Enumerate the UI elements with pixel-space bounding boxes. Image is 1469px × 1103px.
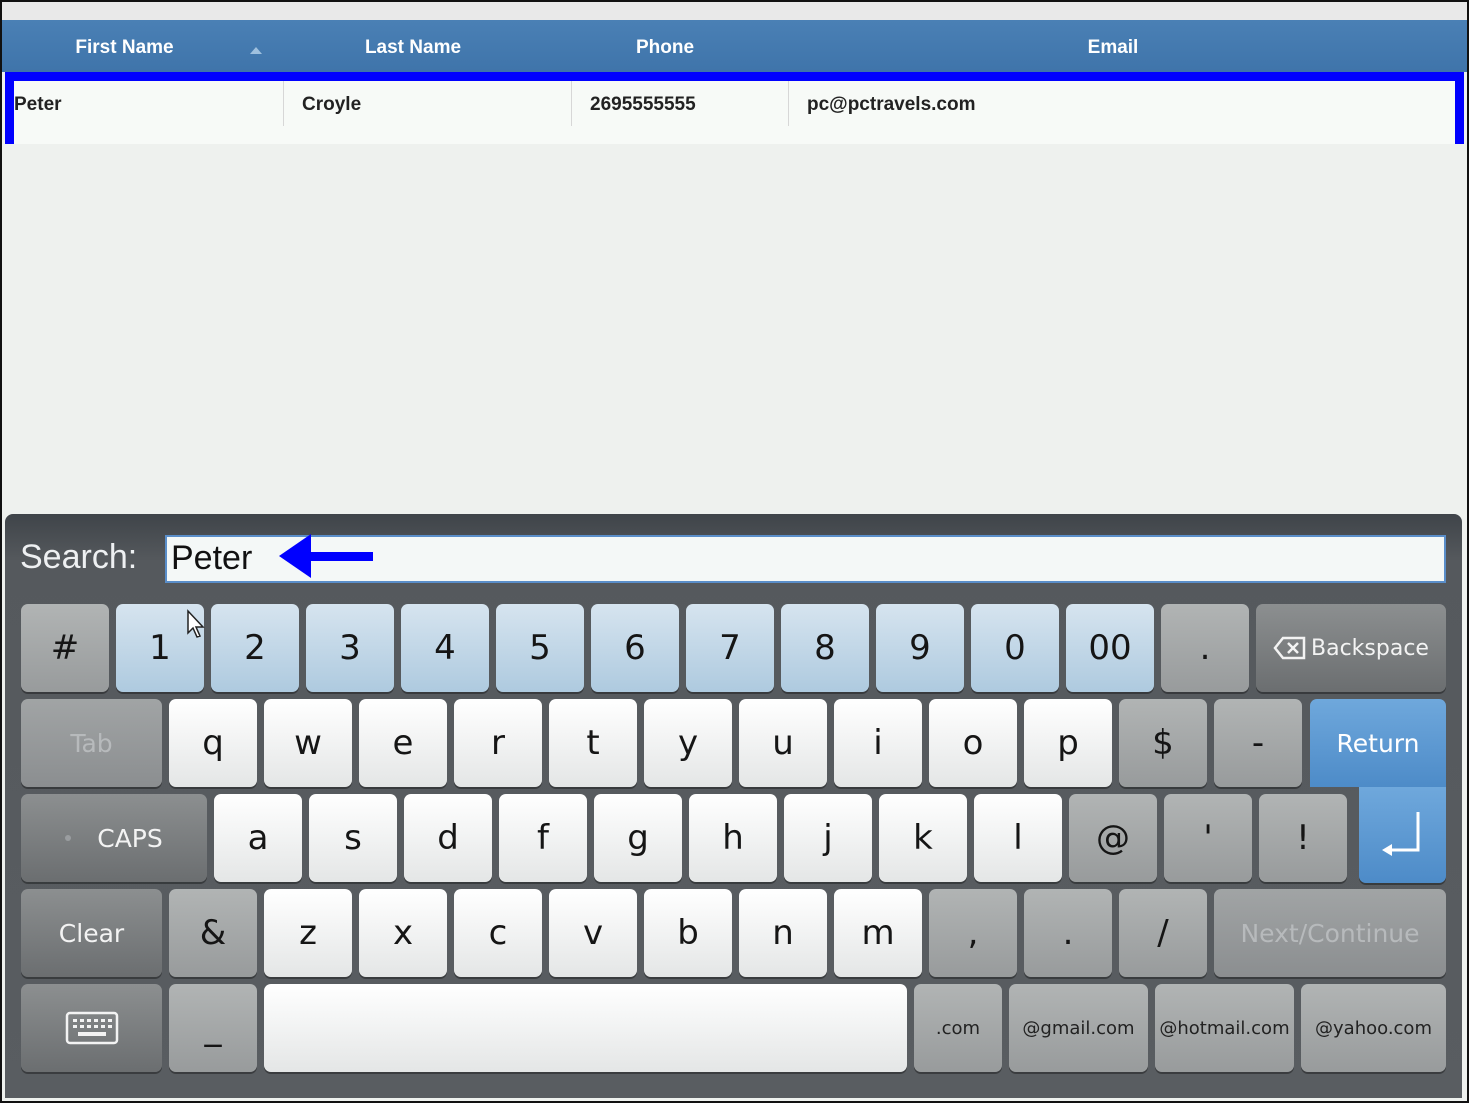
key-d[interactable]: d	[404, 794, 492, 882]
key-9[interactable]: 9	[876, 604, 964, 692]
key-gmail[interactable]: @gmail.com	[1009, 984, 1148, 1072]
key-dollar[interactable]: $	[1119, 699, 1207, 787]
results-empty-area	[2, 144, 1467, 512]
caps-key[interactable]: CAPS	[21, 794, 207, 882]
key-y[interactable]: y	[644, 699, 732, 787]
key-p[interactable]: p	[1024, 699, 1112, 787]
key-w[interactable]: w	[264, 699, 352, 787]
key-apostrophe[interactable]: '	[1164, 794, 1252, 882]
key-z[interactable]: z	[264, 889, 352, 977]
sort-ascending-icon	[250, 47, 262, 54]
table-header: First Name Last Name Phone Email	[2, 20, 1467, 72]
highlight-box: Peter Croyle 2695555555 pc@pctravels.com	[2, 69, 1467, 153]
on-screen-keyboard: Search: Peter # 1 2 3 4 5 6 7 8 9 0 00 .…	[5, 514, 1462, 1098]
key-exclamation[interactable]: !	[1259, 794, 1347, 882]
key-j[interactable]: j	[784, 794, 872, 882]
key-dot[interactable]: .	[1024, 889, 1112, 977]
key-c[interactable]: c	[454, 889, 542, 977]
key-e[interactable]: e	[359, 699, 447, 787]
key-i[interactable]: i	[834, 699, 922, 787]
table-row[interactable]: Peter Croyle 2695555555 pc@pctravels.com	[5, 72, 1464, 153]
key-comma[interactable]: ,	[929, 889, 1017, 977]
key-period[interactable]: .	[1161, 604, 1249, 692]
key-5[interactable]: 5	[496, 604, 584, 692]
cell-email: pc@pctravels.com	[788, 81, 1448, 126]
key-s[interactable]: s	[309, 794, 397, 882]
cell-last-name: Croyle	[283, 81, 571, 126]
backspace-icon	[1273, 636, 1306, 660]
tab-key[interactable]: Tab	[21, 699, 162, 787]
column-header-first-name[interactable]: First Name	[2, 20, 247, 72]
key-b[interactable]: b	[644, 889, 732, 977]
key-f[interactable]: f	[499, 794, 587, 882]
key-2[interactable]: 2	[211, 604, 299, 692]
key-0[interactable]: 0	[971, 604, 1059, 692]
key-t[interactable]: t	[549, 699, 637, 787]
key-00[interactable]: 00	[1066, 604, 1154, 692]
column-header-phone[interactable]: Phone	[572, 20, 758, 72]
return-button[interactable]: Return	[1310, 699, 1446, 787]
top-bar	[2, 2, 1467, 20]
left-arrow-icon	[279, 534, 373, 578]
next-continue-button[interactable]: Next/Continue	[1214, 889, 1446, 977]
search-label: Search:	[20, 538, 138, 576]
caps-indicator-icon	[65, 835, 72, 841]
key-m[interactable]: m	[834, 889, 922, 977]
column-header-last-name[interactable]: Last Name	[282, 20, 544, 72]
key-8[interactable]: 8	[781, 604, 869, 692]
key-4[interactable]: 4	[401, 604, 489, 692]
key-hotmail[interactable]: @hotmail.com	[1155, 984, 1294, 1072]
key-k[interactable]: k	[879, 794, 967, 882]
clear-button[interactable]: Clear	[21, 889, 162, 977]
keyboard-icon	[65, 1011, 118, 1045]
key-hyphen[interactable]: -	[1214, 699, 1302, 787]
key-a[interactable]: a	[214, 794, 302, 882]
key-3[interactable]: 3	[306, 604, 394, 692]
key-7[interactable]: 7	[686, 604, 774, 692]
column-header-email[interactable]: Email	[788, 20, 1438, 72]
key-at[interactable]: @	[1069, 794, 1157, 882]
key-g[interactable]: g	[594, 794, 682, 882]
key-q[interactable]: q	[169, 699, 257, 787]
key-r[interactable]: r	[454, 699, 542, 787]
key-x[interactable]: x	[359, 889, 447, 977]
key-o[interactable]: o	[929, 699, 1017, 787]
key-l[interactable]: l	[974, 794, 1062, 882]
return-arrow-icon	[1381, 812, 1419, 856]
return-button-lower[interactable]	[1359, 787, 1446, 883]
key-underscore[interactable]: _	[169, 984, 257, 1072]
spacebar[interactable]	[264, 984, 907, 1072]
key-hash[interactable]: #	[21, 604, 109, 692]
app-window: First Name Last Name Phone Email Peter C…	[0, 0, 1469, 1103]
key-ampersand[interactable]: &	[169, 889, 257, 977]
key-yahoo[interactable]: @yahoo.com	[1301, 984, 1446, 1072]
key-dotcom[interactable]: .com	[914, 984, 1002, 1072]
key-n[interactable]: n	[739, 889, 827, 977]
hide-keyboard-button[interactable]	[21, 984, 162, 1072]
mouse-cursor-icon	[187, 609, 205, 638]
backspace-button[interactable]: Backspace	[1256, 604, 1446, 692]
key-h[interactable]: h	[689, 794, 777, 882]
key-v[interactable]: v	[549, 889, 637, 977]
key-slash[interactable]: /	[1119, 889, 1207, 977]
key-6[interactable]: 6	[591, 604, 679, 692]
key-u[interactable]: u	[739, 699, 827, 787]
cell-first-name: Peter	[14, 94, 62, 115]
cell-phone: 2695555555	[571, 81, 788, 126]
